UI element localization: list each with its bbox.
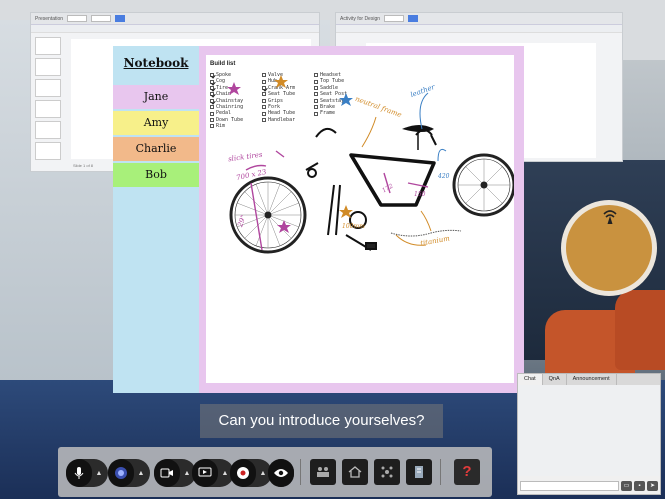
people-icon [317,467,329,477]
screen-share-control[interactable]: ▲ [192,459,234,487]
help-button[interactable]: ? [454,459,480,485]
annotation-100mm: 100mm [342,223,365,230]
pink-star [227,82,241,95]
camera-control[interactable]: ▲ [154,459,196,487]
chat-attach-button[interactable]: ▭ [621,480,632,491]
annotation-420: 420 [438,173,450,180]
whiteboard[interactable]: Notebook Jane Amy Charlie Bob Build list… [113,46,524,393]
blue-annotations [339,92,447,162]
view-control[interactable] [268,459,294,487]
name-amy[interactable]: Amy [113,111,199,135]
front-wheel [452,153,514,217]
slide-counter: Slide 1 of 8 [73,163,94,168]
speaker-icon [115,467,127,479]
pink-annotations [245,150,429,251]
presenter-avatar[interactable] [561,200,657,296]
activities-button[interactable] [374,459,400,485]
name-charlie[interactable]: Charlie [113,137,199,161]
name-bob[interactable]: Bob [113,163,199,187]
slide-thumbnails [35,37,61,163]
fork [327,184,341,236]
tab-qna[interactable]: QnA [543,374,567,385]
name-jane[interactable]: Jane [113,85,199,109]
notebook-icon [415,466,423,478]
chat-panel[interactable]: Chat QnA Announcement ▭ ▪ ➤ [517,373,661,495]
orange-chair-2 [615,290,665,370]
chat-tabs: Chat QnA Announcement [518,374,660,385]
record-icon [237,467,249,479]
dock-separator-2 [440,459,441,485]
live-caption: Can you introduce yourselves? [200,404,443,438]
document-title: Activity for Design [340,15,381,22]
chat-send-button[interactable]: ➤ [647,480,658,491]
chat-input[interactable] [520,480,619,491]
bike-worksheet[interactable]: Build list Spoke Cog Tire Chain Chainstay Cha… [206,55,514,383]
eye-icon [274,469,288,477]
tab-announcement[interactable]: Announcement [567,374,617,385]
record-control[interactable]: ▲ [230,459,272,487]
home-icon [348,466,362,478]
control-dock: ▲ ▲ ▲ ▲ ▲ ? [58,447,492,497]
chat-delete-button[interactable]: ▪ [634,480,645,491]
tab-chat[interactable]: Chat [518,374,543,385]
speaker-options-arrow[interactable]: ▲ [134,470,148,477]
chat-messages-area[interactable] [518,385,660,476]
saddle [402,125,434,132]
notebook-names-column: Notebook Jane Amy Charlie Bob [113,46,199,393]
activities-icon [381,466,393,478]
screen-share-icon [198,467,212,477]
microphone-options-arrow[interactable]: ▲ [92,470,106,477]
presentation-title: Presentation [35,15,64,22]
microphone-icon [74,467,84,479]
breakout-rooms-button[interactable] [310,459,336,485]
notes-button[interactable] [406,459,432,485]
chain [390,229,462,237]
speaker-control[interactable]: ▲ [108,459,150,487]
annotation-150: 150 [414,191,426,198]
camera-icon [160,468,173,478]
dock-separator [300,459,301,485]
notebook-title: Notebook [123,56,189,70]
home-button[interactable] [342,459,368,485]
microphone-control[interactable]: ▲ [66,459,108,487]
chat-composer: ▭ ▪ ➤ [520,480,658,491]
signal-icon [603,210,617,224]
